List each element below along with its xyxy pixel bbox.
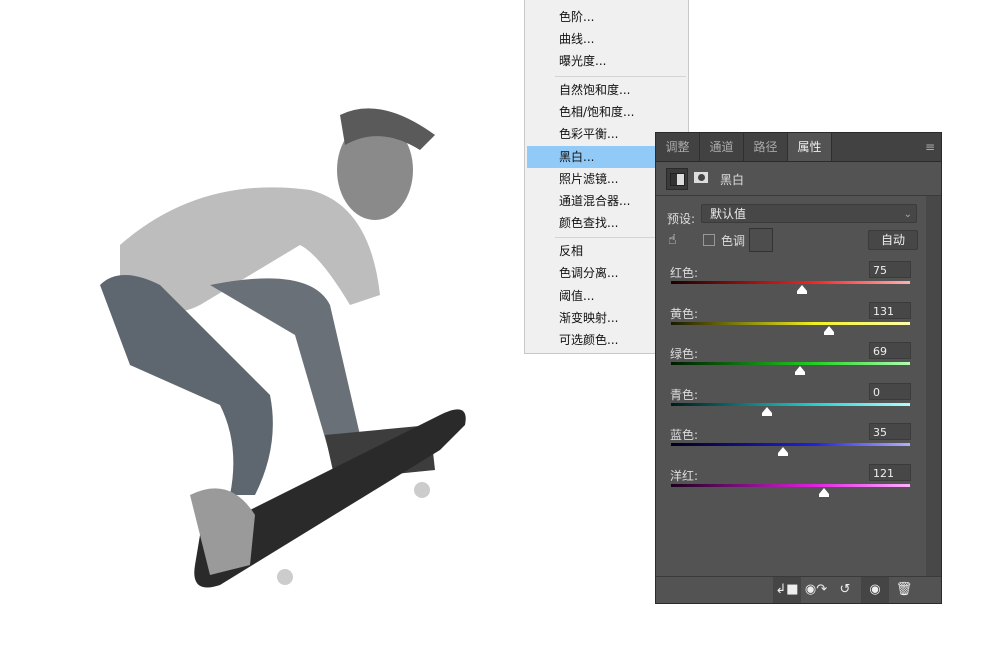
tab-properties[interactable]: 属性 [788, 133, 832, 161]
clip-to-layer-icon[interactable]: ↲■ [773, 577, 801, 603]
menu-separator [555, 76, 686, 77]
tint-color-swatch[interactable] [749, 228, 773, 252]
panel-tabs: 调整 通道 路径 属性 ≡ [656, 133, 941, 162]
slider-label: 黄色: [670, 306, 699, 321]
preset-label: 预设: [667, 212, 696, 226]
delete-trash-icon[interactable]: 🗑 [890, 577, 918, 603]
properties-panel: 调整 通道 路径 属性 ≡ 黑白 预设: 默认值 ⌄ ☝ 色调 自动 红色: 75… [655, 132, 942, 604]
properties-content: 预设: 默认值 ⌄ ☝ 色调 自动 红色: 75 黄色: 131 绿色: 69 青… [656, 196, 925, 577]
slider-thumb[interactable] [794, 366, 805, 375]
tab-adjustments[interactable]: 调整 [656, 133, 700, 161]
tab-channels[interactable]: 通道 [700, 133, 744, 161]
tint-label: 色调 [721, 234, 746, 248]
slider-row: 红色: 75 [656, 261, 925, 304]
slider-label: 红色: [670, 266, 699, 280]
slider-thumb[interactable] [797, 285, 808, 294]
auto-button[interactable]: 自动 [868, 230, 918, 250]
visibility-eye-icon[interactable]: ◉ [861, 577, 889, 603]
slider-track[interactable] [671, 483, 910, 487]
slider-row: 洋红: 121 [656, 463, 925, 507]
slider-track[interactable] [671, 402, 910, 406]
reset-icon[interactable]: ↺ [831, 577, 859, 603]
slider-thumb[interactable] [819, 487, 830, 497]
menu-item-exposure[interactable]: 曝光度... [527, 50, 685, 72]
slider-track[interactable] [671, 443, 910, 446]
properties-title: 黑白 [720, 173, 745, 187]
preset-value: 默认值 [710, 207, 747, 221]
slider-row: 绿色: 69 [656, 342, 925, 385]
adjustment-layer-icon[interactable] [666, 168, 688, 190]
scrollbar[interactable] [926, 196, 941, 577]
slider-thumb[interactable] [824, 325, 835, 335]
slider-label: 蓝色: [670, 428, 699, 442]
slider-track[interactable] [671, 281, 910, 284]
slider-label: 绿色: [670, 347, 699, 361]
slider-track[interactable] [671, 362, 910, 365]
view-previous-state-icon[interactable]: ◉↷ [802, 577, 830, 603]
tint-checkbox[interactable] [703, 234, 715, 246]
slider-row: 黄色: 131 [656, 301, 925, 345]
targeted-adjustment-hand-icon[interactable]: ☝ [668, 232, 677, 248]
slider-thumb[interactable] [761, 406, 772, 416]
slider-value-input[interactable]: 131 [869, 301, 911, 319]
slider-value-input[interactable]: 69 [869, 342, 911, 359]
properties-header: 黑白 [656, 162, 941, 196]
menu-item-levels[interactable]: 色阶... [527, 6, 685, 28]
preset-dropdown[interactable]: 默认值 ⌄ [701, 204, 917, 223]
slider-row: 青色: 0 [656, 382, 925, 426]
tab-paths[interactable]: 路径 [744, 133, 788, 161]
slider-label: 洋红: [670, 468, 699, 483]
slider-track[interactable] [671, 321, 910, 325]
menu-item-vibrance[interactable]: 自然饱和度... [527, 79, 685, 101]
skateboarder-photo [100, 108, 466, 588]
chevron-down-icon: ⌄ [903, 209, 912, 220]
menu-item-hue-saturation[interactable]: 色相/饱和度... [527, 101, 685, 123]
panel-menu-icon[interactable]: ≡ [925, 140, 935, 154]
slider-value-input[interactable]: 0 [869, 382, 911, 400]
slider-label: 青色: [670, 387, 699, 402]
slider-value-input[interactable]: 75 [869, 261, 911, 278]
slider-row: 蓝色: 35 [656, 423, 925, 466]
slider-value-input[interactable]: 121 [869, 463, 911, 481]
slider-value-input[interactable]: 35 [869, 423, 911, 440]
slider-thumb[interactable] [778, 447, 789, 456]
menu-item-curves[interactable]: 曲线... [527, 28, 685, 50]
layer-mask-icon[interactable] [694, 172, 708, 183]
panel-bottom-toolbar: ↲■ ◉↷ ↺ ◉ 🗑 [656, 576, 941, 603]
